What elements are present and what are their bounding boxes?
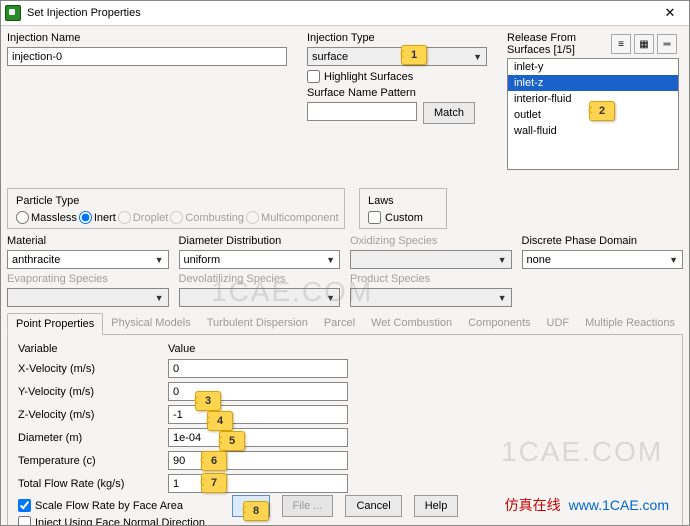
chevron-down-icon: ▼ xyxy=(326,293,335,303)
callout-5: 5 xyxy=(219,431,245,451)
oxidizing-dropdown: ▼ xyxy=(350,250,512,269)
tab-parcel[interactable]: Parcel xyxy=(316,313,363,334)
chevron-down-icon: ▼ xyxy=(498,255,507,265)
callout-2: 2 xyxy=(589,101,615,121)
file-button: File ... xyxy=(282,495,334,517)
inject-normal-checkbox[interactable]: Inject Using Face Normal Direction xyxy=(18,516,672,526)
dpd-dropdown[interactable]: none▼ xyxy=(522,250,684,269)
surface-name-pattern-input[interactable] xyxy=(307,102,417,121)
tab-udf[interactable]: UDF xyxy=(539,313,578,334)
chevron-down-icon: ▼ xyxy=(473,52,482,62)
highlight-surfaces-checkbox[interactable]: Highlight Surfaces xyxy=(307,70,487,83)
titlebar: Set Injection Properties ✕ xyxy=(1,1,689,26)
laws-custom-checkbox[interactable]: Custom xyxy=(368,211,438,224)
x-vel-input[interactable] xyxy=(168,359,348,378)
z-vel-label: Z-Velocity (m/s) xyxy=(18,409,168,421)
temperature-input[interactable] xyxy=(168,451,348,470)
radio-inert[interactable]: Inert xyxy=(79,211,116,224)
chevron-down-icon: ▼ xyxy=(155,255,164,265)
total-flow-input[interactable] xyxy=(168,474,348,493)
prod-dropdown: ▼ xyxy=(350,288,512,307)
dialog-window: { "title": "Set Injection Properties", "… xyxy=(0,0,690,526)
devol-dropdown: ▼ xyxy=(179,288,341,307)
app-icon xyxy=(5,5,21,21)
match-button[interactable]: Match xyxy=(423,102,475,124)
surface-name-pattern-label: Surface Name Pattern xyxy=(307,87,487,99)
y-vel-label: Y-Velocity (m/s) xyxy=(18,386,168,398)
diameter-dist-dropdown[interactable]: uniform▼ xyxy=(179,250,341,269)
chevron-down-icon: ▼ xyxy=(669,255,678,265)
injection-type-label: Injection Type xyxy=(307,32,487,44)
list-item[interactable]: inlet-z xyxy=(508,75,678,91)
brand-en: www.1CAE.com xyxy=(569,497,669,513)
x-vel-label: X-Velocity (m/s) xyxy=(18,363,168,375)
callout-3: 3 xyxy=(195,391,221,411)
close-button[interactable]: ✕ xyxy=(655,5,685,21)
tab-multiple-reactions[interactable]: Multiple Reactions xyxy=(577,313,683,334)
injection-type-value: surface xyxy=(312,51,348,63)
tab-turbulent-dispersion[interactable]: Turbulent Dispersion xyxy=(199,313,316,334)
diameter-label: Diameter (m) xyxy=(18,432,168,444)
callout-1: 1 xyxy=(401,45,427,65)
list-item[interactable]: inlet-y xyxy=(508,59,678,75)
chevron-down-icon: ▼ xyxy=(498,293,507,303)
radio-droplet[interactable]: Droplet xyxy=(118,211,168,224)
oxidizing-label: Oxidizing Species xyxy=(350,235,512,247)
evap-label: Evaporating Species xyxy=(7,273,169,285)
select-all-icon[interactable]: ▦ xyxy=(634,34,654,54)
temperature-label: Temperature (c) xyxy=(18,455,168,467)
help-button[interactable]: Help xyxy=(414,495,459,517)
callout-8: 8 xyxy=(243,501,269,521)
devol-label: Devolatilizing Species xyxy=(179,273,341,285)
injection-name-label: Injection Name xyxy=(7,32,287,44)
prod-label: Product Species xyxy=(350,273,512,285)
list-item[interactable]: wall-fluid xyxy=(508,123,678,139)
material-dropdown[interactable]: anthracite▼ xyxy=(7,250,169,269)
dpd-label: Discrete Phase Domain xyxy=(522,235,684,247)
total-flow-label: Total Flow Rate (kg/s) xyxy=(18,478,168,490)
radio-multicomponent[interactable]: Multicomponent xyxy=(246,211,339,224)
chevron-down-icon: ▼ xyxy=(155,293,164,303)
particle-type-legend: Particle Type xyxy=(14,195,81,207)
col-variable: Variable xyxy=(18,343,168,355)
tab-bar: Point Properties Physical Models Turbule… xyxy=(7,313,683,335)
cancel-button[interactable]: Cancel xyxy=(345,495,401,517)
tab-point-properties[interactable]: Point Properties xyxy=(7,313,103,335)
injection-name-input[interactable] xyxy=(7,47,287,66)
radio-massless[interactable]: Massless xyxy=(16,211,77,224)
filter-icon[interactable]: ≡ xyxy=(611,34,631,54)
laws-group: Laws Custom xyxy=(359,188,447,229)
chevron-down-icon: ▼ xyxy=(326,255,335,265)
evap-dropdown: ▼ xyxy=(7,288,169,307)
brand-cn: 仿真在线 xyxy=(505,495,561,515)
particle-type-radios: Massless Inert Droplet Combusting Multic… xyxy=(16,211,336,224)
tab-wet-combustion[interactable]: Wet Combustion xyxy=(363,313,460,334)
laws-legend: Laws xyxy=(366,195,396,207)
particle-type-group: Particle Type Massless Inert Droplet Com… xyxy=(7,188,345,229)
diameter-input[interactable] xyxy=(168,428,348,447)
material-label: Material xyxy=(7,235,169,247)
dialog-title: Set Injection Properties xyxy=(27,7,141,19)
release-from-label: Release From Surfaces [1/5] xyxy=(507,32,611,56)
col-value: Value xyxy=(168,343,195,355)
callout-7: 7 xyxy=(201,473,227,493)
tab-physical-models[interactable]: Physical Models xyxy=(103,313,198,334)
callout-6: 6 xyxy=(201,451,227,471)
highlight-surfaces-label: Highlight Surfaces xyxy=(324,71,413,83)
radio-combusting[interactable]: Combusting xyxy=(170,211,244,224)
callout-4: 4 xyxy=(207,411,233,431)
deselect-icon[interactable]: ═ xyxy=(657,34,677,54)
brand: 仿真在线 www.1CAE.com xyxy=(505,495,669,515)
diameter-dist-label: Diameter Distribution xyxy=(179,235,341,247)
highlight-surfaces-input[interactable] xyxy=(307,70,320,83)
tab-components[interactable]: Components xyxy=(460,313,538,334)
